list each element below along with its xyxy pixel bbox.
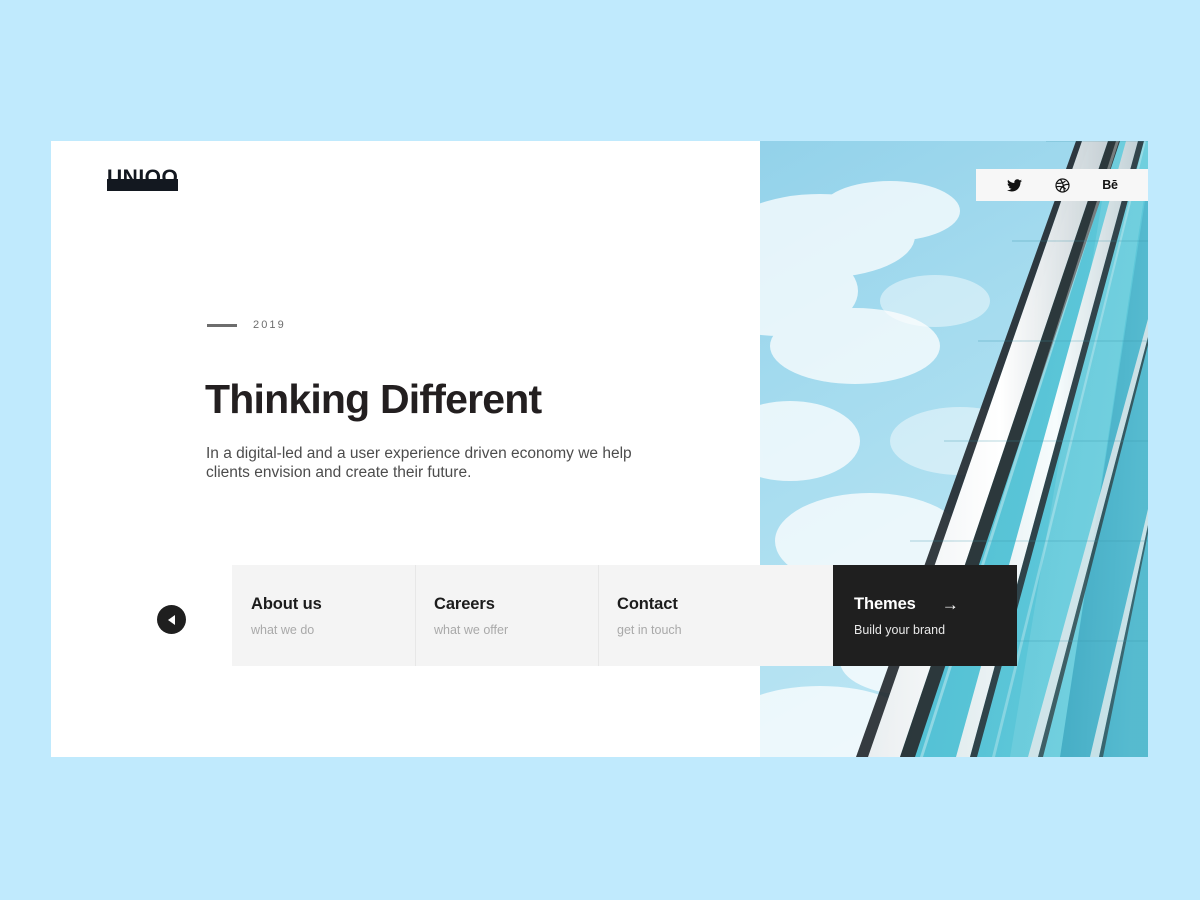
nav-card-title-row: Themes → <box>854 595 1017 614</box>
nav-card-about-us[interactable]: About us what we do <box>232 565 415 666</box>
nav-card-title: About us <box>251 595 322 613</box>
eyebrow-year: 2019 <box>253 319 286 331</box>
nav-card-careers[interactable]: Careers what we offer <box>415 565 598 666</box>
eyebrow: 2019 <box>207 319 286 331</box>
nav-card-title: Themes <box>854 595 916 613</box>
logo-accent-bar <box>107 179 178 191</box>
hero-paragraph: In a digital-led and a user experience d… <box>206 444 632 482</box>
behance-icon[interactable]: Bē <box>1097 175 1123 195</box>
social-links-bar: Bē <box>976 169 1148 201</box>
nav-card-subtitle: get in touch <box>617 623 682 637</box>
twitter-icon[interactable] <box>1001 175 1027 195</box>
nav-card-strip: About us what we do Careers what we offe… <box>232 565 1017 666</box>
hero-card: UNIQO 2019 Thinking Different In a digit… <box>51 141 1148 757</box>
behance-label: Bē <box>1102 177 1118 192</box>
page-stage: UNIQO 2019 Thinking Different In a digit… <box>0 0 1200 900</box>
nav-card-subtitle: what we offer <box>434 623 509 637</box>
eyebrow-rule <box>207 323 237 327</box>
arrow-right-icon: → <box>941 595 959 614</box>
page-title: Thinking Different <box>205 376 542 423</box>
chevron-left-icon <box>167 614 175 625</box>
nav-card-contact[interactable]: Contact get in touch <box>598 565 833 666</box>
nav-card-title: Careers <box>434 595 495 613</box>
logo[interactable]: UNIQO <box>107 167 237 197</box>
nav-card-subtitle: what we do <box>251 623 315 637</box>
dribbble-icon[interactable] <box>1049 175 1075 195</box>
nav-card-subtitle: Build your brand <box>854 623 946 637</box>
carousel-prev-button[interactable] <box>157 605 186 634</box>
nav-card-themes[interactable]: Themes → Build your brand <box>833 565 1017 666</box>
nav-card-title: Contact <box>617 595 678 613</box>
